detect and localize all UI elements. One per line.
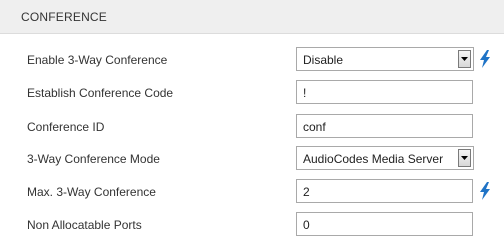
non-allocatable-ports-input[interactable]: 0 bbox=[296, 212, 473, 236]
chevron-down-icon bbox=[461, 57, 468, 61]
section-title: CONFERENCE bbox=[21, 10, 108, 24]
enable-3way-select[interactable]: Disable bbox=[296, 47, 474, 71]
form-row-conference-id: Conference ID conf bbox=[0, 114, 504, 140]
max-3way-value: 2 bbox=[303, 185, 310, 199]
dropdown-button[interactable] bbox=[458, 50, 471, 68]
max-3way-label: Max. 3-Way Conference bbox=[27, 185, 156, 199]
lightning-bolt-icon bbox=[480, 50, 490, 68]
lightning-bolt-icon bbox=[480, 182, 490, 200]
section-header: CONFERENCE bbox=[0, 0, 504, 34]
3way-mode-value: AudioCodes Media Server bbox=[303, 152, 444, 166]
max-3way-input[interactable]: 2 bbox=[296, 179, 473, 203]
form-row-max-3way: Max. 3-Way Conference 2 bbox=[0, 179, 504, 205]
3way-mode-label: 3-Way Conference Mode bbox=[27, 152, 160, 166]
establish-code-value: ! bbox=[303, 86, 307, 100]
establish-code-input[interactable]: ! bbox=[296, 80, 473, 104]
chevron-down-icon bbox=[461, 156, 468, 160]
enable-3way-label: Enable 3-Way Conference bbox=[27, 53, 168, 67]
conference-id-label: Conference ID bbox=[27, 120, 105, 134]
enable-3way-value: Disable bbox=[303, 53, 344, 67]
non-allocatable-ports-label: Non Allocatable Ports bbox=[27, 218, 142, 232]
form-row-enable-3way: Enable 3-Way Conference Disable bbox=[0, 47, 504, 73]
conference-id-input[interactable]: conf bbox=[296, 114, 473, 138]
dropdown-button[interactable] bbox=[458, 149, 471, 167]
conference-id-value: conf bbox=[303, 120, 326, 134]
3way-mode-select[interactable]: AudioCodes Media Server bbox=[296, 146, 474, 170]
non-allocatable-ports-value: 0 bbox=[303, 218, 310, 232]
form-row-non-allocatable-ports: Non Allocatable Ports 0 bbox=[0, 212, 504, 238]
form-row-3way-mode: 3-Way Conference Mode AudioCodes Media S… bbox=[0, 146, 504, 172]
establish-code-label: Establish Conference Code bbox=[27, 86, 174, 100]
form-row-establish-code: Establish Conference Code ! bbox=[0, 80, 504, 106]
